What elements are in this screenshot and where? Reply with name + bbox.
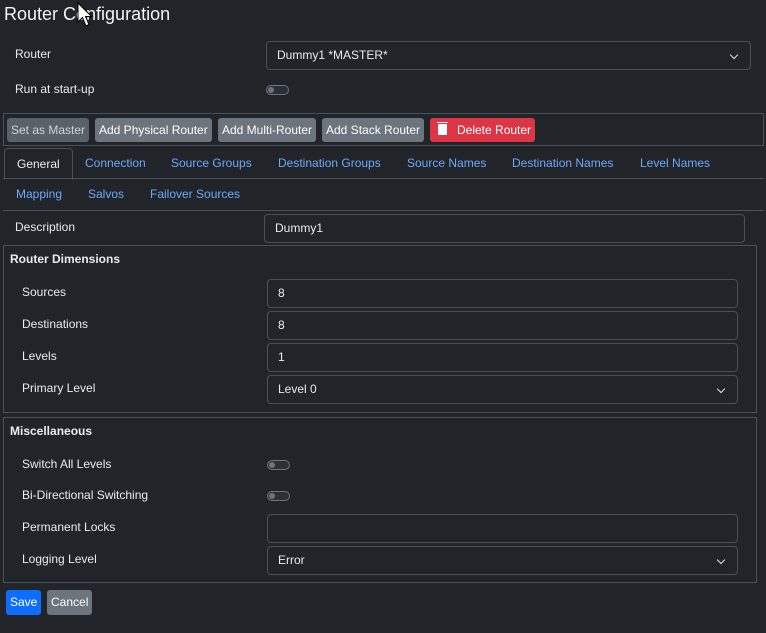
add-multi-router-button[interactable]: Add Multi-Router	[218, 118, 317, 142]
mouse-cursor-icon	[77, 2, 93, 27]
save-button[interactable]: Save	[6, 590, 42, 615]
add-stack-router-button[interactable]: Add Stack Router	[322, 118, 425, 142]
router-toolbar: Set as Master Add Physical Router Add Mu…	[3, 113, 764, 146]
tab-connection[interactable]: Connection	[85, 156, 146, 170]
tab-destination-names[interactable]: Destination Names	[512, 156, 613, 170]
logging-level-select[interactable]: Error	[267, 546, 738, 575]
tab-failover-sources[interactable]: Failover Sources	[150, 187, 240, 201]
sources-label: Sources	[22, 285, 67, 299]
router-label: Router	[15, 47, 52, 61]
tab-general[interactable]: General	[4, 148, 73, 180]
cancel-button[interactable]: Cancel	[47, 590, 93, 615]
delete-router-button[interactable]: Delete Router	[430, 118, 536, 142]
add-physical-router-button[interactable]: Add Physical Router	[95, 118, 212, 142]
miscellaneous-legend: Miscellaneous	[10, 424, 93, 438]
bidirectional-switching-toggle[interactable]	[267, 491, 290, 501]
switch-all-levels-toggle[interactable]	[267, 460, 290, 470]
switch-all-levels-label: Switch All Levels	[22, 457, 112, 471]
tab-destination-groups[interactable]: Destination Groups	[278, 156, 381, 170]
sources-input[interactable]: 8	[267, 279, 738, 308]
set-as-master-button[interactable]: Set as Master	[7, 118, 90, 142]
run-at-startup-toggle[interactable]	[266, 85, 289, 95]
tab-mapping[interactable]: Mapping	[16, 187, 62, 201]
permanent-locks-input[interactable]	[267, 514, 738, 543]
destinations-input[interactable]: 8	[267, 311, 738, 340]
trash-icon	[437, 122, 448, 135]
tab-divider	[3, 178, 764, 179]
description-input[interactable]: Dummy1	[264, 214, 745, 243]
delete-router-label: Delete Router	[457, 123, 532, 137]
router-dimensions-legend: Router Dimensions	[10, 252, 121, 266]
tab-source-groups[interactable]: Source Groups	[171, 156, 252, 170]
tab-source-names[interactable]: Source Names	[407, 156, 486, 170]
levels-label: Levels	[22, 349, 57, 363]
tab-salvos[interactable]: Salvos	[88, 187, 124, 201]
description-label: Description	[15, 220, 76, 234]
tab-content-divider	[3, 210, 764, 211]
router-select[interactable]: Dummy1 *MASTER*	[266, 41, 751, 70]
bidirectional-switching-label: Bi-Directional Switching	[22, 488, 149, 502]
primary-level-select[interactable]: Level 0	[267, 375, 738, 404]
permanent-locks-label: Permanent Locks	[22, 520, 116, 534]
levels-input[interactable]: 1	[267, 343, 738, 372]
tab-level-names[interactable]: Level Names	[640, 156, 710, 170]
primary-level-label: Primary Level	[22, 381, 96, 395]
destinations-label: Destinations	[22, 317, 89, 331]
run-at-startup-label: Run at start-up	[15, 82, 95, 96]
logging-level-label: Logging Level	[22, 552, 97, 566]
